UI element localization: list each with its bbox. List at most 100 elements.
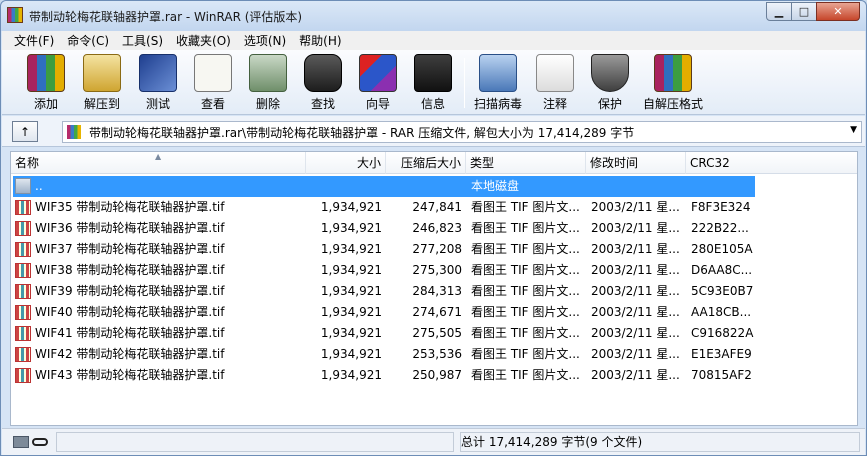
virus-scan-button[interactable]: 扫描病毒 xyxy=(470,54,526,112)
toolbar: 添加 解压到 测试 查看 删除 查找 向导 信息 扫描病毒 注释 保护 自解压格… xyxy=(2,50,865,115)
file-size: 1,934,921 xyxy=(320,221,382,235)
winrar-window: 带制动轮梅花联轴器护罩.rar - WinRAR (评估版本) ▁ □ ✕ 文件… xyxy=(0,0,867,456)
file-modified: 2003/2/11 星... xyxy=(591,284,680,298)
parent-folder-row[interactable]: .. 本地磁盘 xyxy=(11,176,857,197)
title-bar[interactable]: 带制动轮梅花联轴器护罩.rar - WinRAR (评估版本) ▁ □ ✕ xyxy=(1,1,866,31)
extract-to-button[interactable]: 解压到 xyxy=(74,54,130,112)
chevron-down-icon[interactable]: ▼ xyxy=(850,125,857,135)
file-type: 看图王 TIF 图片文... xyxy=(471,326,580,340)
file-name: WIF42 带制动轮梅花联轴器护罩.tif xyxy=(35,347,225,361)
file-packed-size: 275,300 xyxy=(412,263,462,277)
view-button[interactable]: 查看 xyxy=(185,54,241,112)
file-packed-size: 246,823 xyxy=(412,221,462,235)
minimize-button[interactable]: ▁ xyxy=(766,2,792,21)
window-title: 带制动轮梅花联轴器护罩.rar - WinRAR (评估版本) xyxy=(29,10,303,24)
file-type: 看图王 TIF 图片文... xyxy=(471,284,580,298)
menu-options[interactable]: 选项(N) xyxy=(236,32,291,49)
column-header-packed[interactable]: 压缩后大小 xyxy=(386,152,466,174)
column-header-crc[interactable]: CRC32 xyxy=(686,152,756,174)
file-name: WIF39 带制动轮梅花联轴器护罩.tif xyxy=(35,284,225,298)
wizard-icon xyxy=(359,54,397,92)
path-bar: ↑ 带制动轮梅花联轴器护罩.rar\带制动轮梅花联轴器护罩 - RAR 压缩文件… xyxy=(2,116,865,147)
tif-file-icon xyxy=(15,326,31,341)
key-icon[interactable] xyxy=(32,438,48,446)
file-packed-size: 253,536 xyxy=(412,347,462,361)
arrow-up-icon: ↑ xyxy=(19,124,31,139)
file-modified: 2003/2/11 星... xyxy=(591,242,680,256)
menu-commands[interactable]: 命令(C) xyxy=(59,32,114,49)
list-header: 名称 ▲ 大小 压缩后大小 类型 修改时间 CRC32 xyxy=(11,152,857,174)
table-row[interactable]: WIF37 带制动轮梅花联轴器护罩.tif 1,934,921 277,208 看图王… xyxy=(11,239,857,260)
menu-tools[interactable]: 工具(S) xyxy=(114,32,168,49)
maximize-button[interactable]: □ xyxy=(791,2,817,21)
file-type: 看图王 TIF 图片文... xyxy=(471,347,580,361)
delete-button[interactable]: 删除 xyxy=(240,54,296,112)
file-crc: C916822A xyxy=(691,326,754,340)
file-crc: 280E105A xyxy=(691,242,753,256)
file-crc: 222B22... xyxy=(691,221,749,235)
drive-icon xyxy=(15,178,31,194)
file-type: 看图王 TIF 图片文... xyxy=(471,263,580,277)
wizard-button[interactable]: 向导 xyxy=(350,54,406,112)
status-bar: 总计 17,414,289 字节(9 个文件) xyxy=(2,428,865,455)
file-size: 1,934,921 xyxy=(320,200,382,214)
sfx-button[interactable]: 自解压格式 xyxy=(640,54,706,112)
table-row[interactable]: WIF39 带制动轮梅花联轴器护罩.tif 1,934,921 284,313 看图王… xyxy=(11,281,857,302)
file-crc: D6AA8C... xyxy=(691,263,753,277)
tif-file-icon xyxy=(15,368,31,383)
table-row[interactable]: WIF35 带制动轮梅花联轴器护罩.tif 1,934,921 247,841 看图王… xyxy=(11,197,857,218)
file-name: WIF41 带制动轮梅花联轴器护罩.tif xyxy=(35,326,225,340)
drive-status-icon[interactable] xyxy=(13,436,29,448)
file-modified: 2003/2/11 星... xyxy=(591,368,680,382)
file-name: WIF38 带制动轮梅花联轴器护罩.tif xyxy=(35,263,225,277)
comment-button[interactable]: 注释 xyxy=(527,54,583,112)
tif-file-icon xyxy=(15,221,31,236)
file-crc: 70815AF2 xyxy=(691,368,752,382)
find-icon xyxy=(304,54,342,92)
file-name: WIF43 带制动轮梅花联轴器护罩.tif xyxy=(35,368,225,382)
find-button[interactable]: 查找 xyxy=(295,54,351,112)
file-packed-size: 250,987 xyxy=(412,368,462,382)
path-dropdown[interactable]: 带制动轮梅花联轴器护罩.rar\带制动轮梅花联轴器护罩 - RAR 压缩文件, … xyxy=(62,121,862,143)
file-size: 1,934,921 xyxy=(320,326,382,340)
menu-file[interactable]: 文件(F) xyxy=(6,32,59,49)
file-name: WIF35 带制动轮梅花联轴器护罩.tif xyxy=(35,200,225,214)
add-button[interactable]: 添加 xyxy=(18,54,74,112)
test-icon xyxy=(139,54,177,92)
column-header-size[interactable]: 大小 xyxy=(306,152,386,174)
up-folder-button[interactable]: ↑ xyxy=(12,121,38,142)
tif-file-icon xyxy=(15,242,31,257)
close-button[interactable]: ✕ xyxy=(816,2,860,21)
file-packed-size: 274,671 xyxy=(412,305,462,319)
winrar-app-icon[interactable] xyxy=(7,7,23,23)
file-list[interactable]: 名称 ▲ 大小 压缩后大小 类型 修改时间 CRC32 .. 本地磁盘 WIF3… xyxy=(10,151,858,426)
menu-help[interactable]: 帮助(H) xyxy=(291,32,346,49)
file-modified: 2003/2/11 星... xyxy=(591,326,680,340)
table-row[interactable]: WIF36 带制动轮梅花联轴器护罩.tif 1,934,921 246,823 看图王… xyxy=(11,218,857,239)
file-modified: 2003/2/11 星... xyxy=(591,347,680,361)
column-header-name[interactable]: 名称 ▲ xyxy=(11,152,306,174)
file-type: 看图王 TIF 图片文... xyxy=(471,242,580,256)
table-row[interactable]: WIF41 带制动轮梅花联轴器护罩.tif 1,934,921 275,505 看图王… xyxy=(11,323,857,344)
menu-favorites[interactable]: 收藏夹(O) xyxy=(168,32,236,49)
test-button[interactable]: 测试 xyxy=(130,54,186,112)
protect-button[interactable]: 保护 xyxy=(582,54,638,112)
table-row[interactable]: WIF43 带制动轮梅花联轴器护罩.tif 1,934,921 250,987 看图王… xyxy=(11,365,857,386)
table-row[interactable]: WIF42 带制动轮梅花联轴器护罩.tif 1,934,921 253,536 看图王… xyxy=(11,344,857,365)
comment-icon xyxy=(536,54,574,92)
table-row[interactable]: WIF38 带制动轮梅花联轴器护罩.tif 1,934,921 275,300 看图王… xyxy=(11,260,857,281)
file-type: 看图王 TIF 图片文... xyxy=(471,200,580,214)
table-row[interactable]: WIF40 带制动轮梅花联轴器护罩.tif 1,934,921 274,671 看图王… xyxy=(11,302,857,323)
column-header-modified[interactable]: 修改时间 xyxy=(586,152,686,174)
column-header-type[interactable]: 类型 xyxy=(466,152,586,174)
info-button[interactable]: 信息 xyxy=(405,54,461,112)
tif-file-icon xyxy=(15,284,31,299)
file-size: 1,934,921 xyxy=(320,242,382,256)
file-modified: 2003/2/11 星... xyxy=(591,305,680,319)
file-crc: E1E3AFE9 xyxy=(691,347,752,361)
file-modified: 2003/2/11 星... xyxy=(591,263,680,277)
menu-bar: 文件(F) 命令(C) 工具(S) 收藏夹(O) 选项(N) 帮助(H) xyxy=(2,31,865,50)
sort-ascending-icon: ▲ xyxy=(155,152,162,161)
file-size: 1,934,921 xyxy=(320,305,382,319)
file-crc: AA18CB... xyxy=(691,305,752,319)
